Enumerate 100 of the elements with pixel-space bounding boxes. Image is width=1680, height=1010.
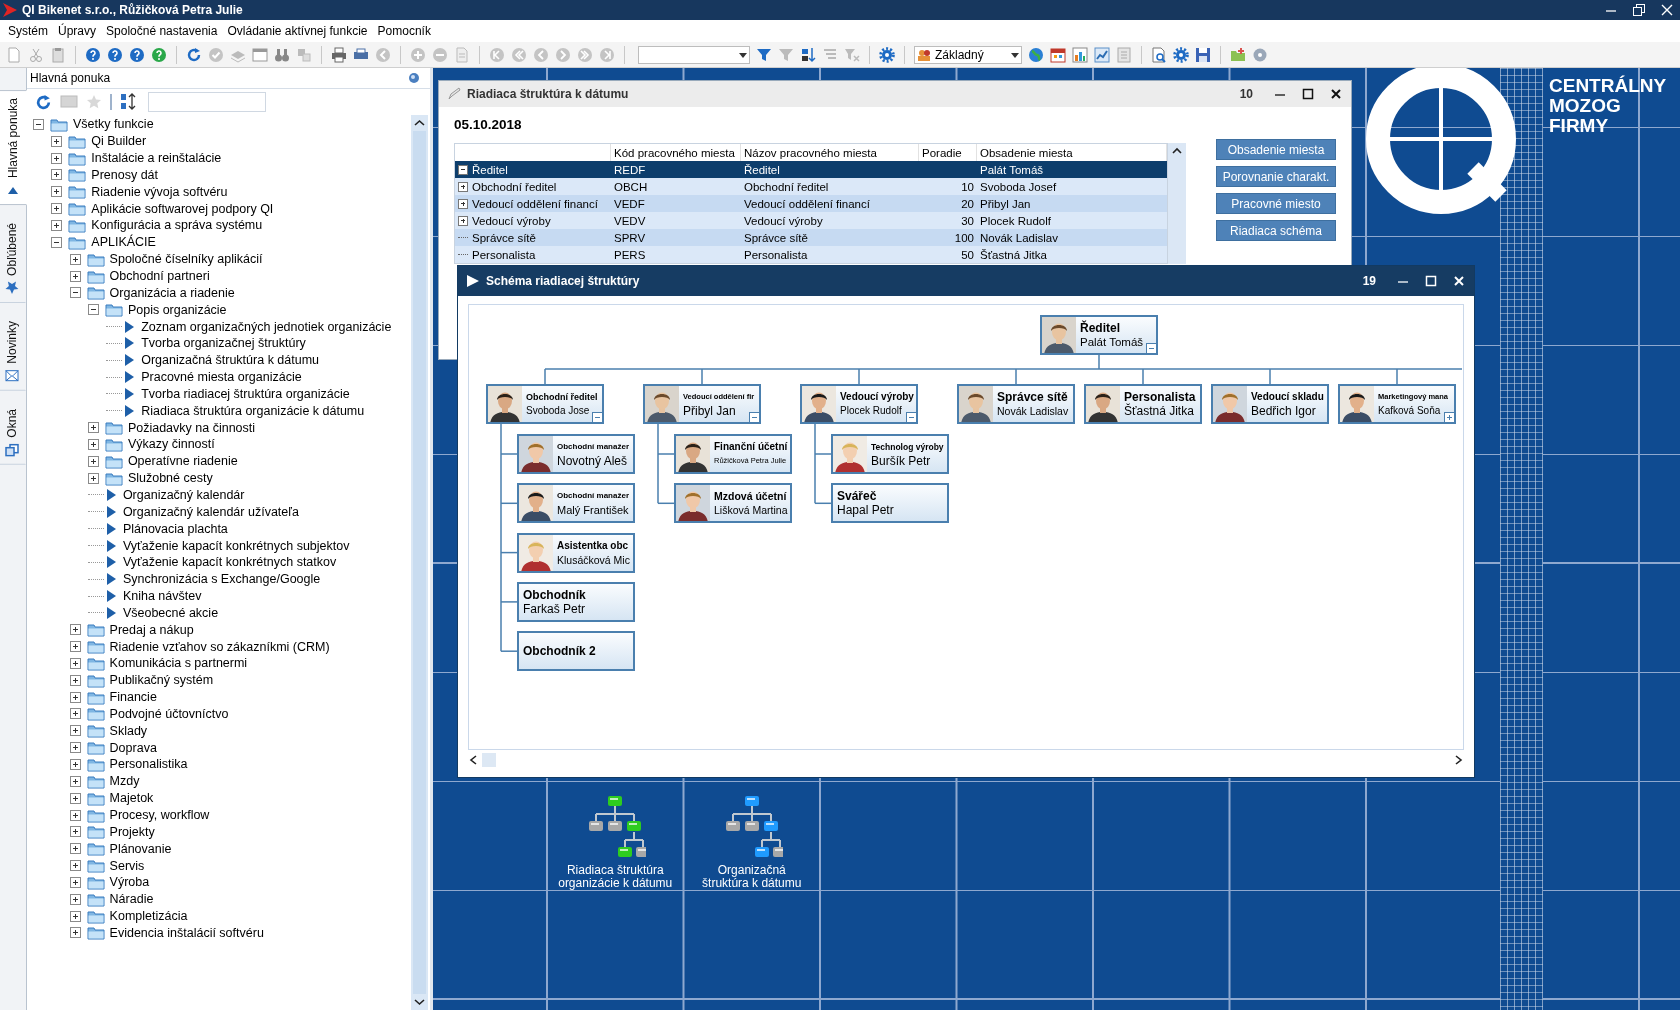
tree-item[interactable]: Obchodní partneri	[109, 269, 210, 283]
side-tab[interactable]: Obľúbené	[0, 215, 26, 303]
table-cell: Obchodní ředitel	[472, 180, 557, 193]
menu-item[interactable]: Spoločné nastavenia	[101, 24, 223, 38]
side-tab[interactable]: Novinky	[0, 312, 26, 391]
node-name: Farkaš Petr	[523, 601, 585, 616]
tree-item[interactable]: Kniha návštev	[122, 589, 202, 604]
tree-item[interactable]: Projekty	[109, 824, 155, 839]
node-name: Klusáčková Mic	[557, 552, 630, 567]
panel-title: Hlavná ponuka	[30, 71, 111, 85]
tree-item[interactable]: Plánovacia plachta	[122, 521, 228, 536]
node-name: Kafková Soňa	[1378, 404, 1441, 418]
tree-item[interactable]: Aplikácie softwarovej podpory QI	[91, 201, 274, 216]
tree-item[interactable]: Qi Builder	[91, 134, 147, 149]
table-cell: Svoboda Josef	[980, 180, 1057, 193]
tree-item[interactable]: Prenosy dát	[91, 167, 158, 182]
tree-item[interactable]: Pracovné miesta organizácie	[141, 370, 302, 385]
shortcut-label[interactable]: Riadiaca štruktúra organizácie k dátumu	[558, 864, 673, 890]
action-button[interactable]: Riadiaca schéma	[1216, 220, 1336, 241]
tree-item[interactable]: Konfigurácia a správa systému	[91, 218, 263, 233]
tree-item[interactable]: Služobné cesty	[127, 471, 213, 486]
menu-item[interactable]: Systém	[3, 24, 53, 38]
tree-item[interactable]: Podvojné účtovníctvo	[109, 706, 229, 721]
tree-item[interactable]: Inštalácie a reinštalácie	[91, 151, 222, 166]
node-title: Asistentka obc	[557, 538, 629, 553]
tree-item[interactable]: Operatívne riadenie	[127, 454, 238, 469]
node-title: Obchodník	[523, 587, 586, 602]
logo-text: CENTRÁLNY MOZOG FIRMY	[1549, 76, 1667, 136]
tree-item[interactable]: Mzdy	[109, 774, 140, 789]
node-title: Obchodní ředitel	[526, 391, 598, 404]
action-button[interactable]: Porovnanie charakt.	[1216, 166, 1336, 187]
node-title: Správce sítě	[997, 390, 1068, 404]
tree-item[interactable]: Publikačný systém	[109, 673, 214, 688]
window-count: 10	[1239, 87, 1253, 101]
tree-item[interactable]: Doprava	[109, 740, 157, 755]
table-row[interactable]: Obchodní ředitel OBCH Obchodní ředitel 10 Svoboda Josef	[455, 178, 1167, 195]
view-dropdown[interactable]: Základný	[914, 45, 1022, 64]
tree-item[interactable]: Všetky funkcie	[73, 117, 154, 132]
node-name: Lišková Martina	[714, 503, 788, 518]
table-row[interactable]: Vedoucí výroby VEDV Vedoucí výroby 30 Plocek Rudolf	[455, 212, 1167, 229]
tree-item[interactable]: Zoznam organizačných jednotiek organizácie	[141, 319, 392, 334]
tree-item[interactable]: Vyťaženie kapacít konkrétnych subjektov	[122, 538, 350, 553]
tree-item[interactable]: Náradie	[109, 892, 154, 907]
node-title: Finanční účetní	[714, 440, 788, 454]
menu-item[interactable]: Úpravy	[53, 24, 102, 38]
side-tab[interactable]: Hlavná ponuka	[0, 90, 27, 206]
table-cell: VEDF	[614, 197, 645, 210]
menu-item[interactable]: Pomocník	[372, 24, 436, 38]
table-cell: Šťastná Jitka	[980, 248, 1047, 261]
table-row[interactable]: Správce sítě SPRV Správce sítě 100 Novák Ladislav	[455, 229, 1167, 246]
tree-item[interactable]: Vyťaženie kapacít konkrétnych statkov	[122, 555, 337, 570]
tree-item[interactable]: Výroba	[109, 875, 150, 890]
node-name: Novotný Aleš	[557, 454, 628, 468]
node-name: Bedřich Igor	[1251, 404, 1316, 418]
tree-item[interactable]: Organizačný kalendár užívateľa	[122, 504, 299, 519]
tree-item[interactable]: Tvorba organizačnej štruktúry	[141, 336, 306, 351]
tree-item[interactable]: Riadiaca štruktúra organizácie k dátumu	[141, 403, 365, 418]
tree-item[interactable]: Organizačný kalendár	[122, 488, 245, 502]
table-row[interactable]: Ředitel REDF Ředitel Palát Tomáš	[455, 161, 1167, 178]
side-tab[interactable]: Okná	[0, 400, 26, 465]
tree-item[interactable]: Riadenie vývoja softvéru	[91, 184, 228, 199]
tree-item[interactable]: APLIKÁCIE	[91, 235, 156, 250]
tree-item[interactable]: Organizačná štruktúra k dátumu	[141, 353, 320, 368]
tree-item[interactable]: Kompletizácia	[109, 909, 188, 924]
tree-item[interactable]: Riadenie vzťahov so zákazníkmi (CRM)	[109, 639, 330, 654]
tree-item[interactable]: Personalistika	[109, 757, 188, 772]
tree-item[interactable]: Všeobecné akcie	[122, 605, 219, 620]
tree-item[interactable]: Výkazy činností	[127, 437, 215, 452]
tree-item[interactable]: Synchronizácia s Exchange/Google	[122, 572, 321, 587]
tree-item[interactable]: Spoločné číselníky aplikácií	[109, 252, 263, 267]
tree-item[interactable]: Procesy, workflow	[109, 808, 210, 822]
tree-item[interactable]: Financie	[109, 690, 157, 705]
tree-item[interactable]: Tvorba riadiacej štruktúra organizácie	[141, 386, 350, 401]
date-label: 05.10.2018	[454, 117, 523, 134]
tree-item[interactable]: Majetok	[109, 791, 154, 806]
tree-item[interactable]: Servis	[109, 858, 145, 873]
table-cell: Plocek Rudolf	[980, 214, 1051, 227]
tree-item[interactable]: Organizácia a riadenie	[109, 285, 235, 300]
tree-item[interactable]: Popis organizácie	[127, 302, 227, 317]
tree-item[interactable]: Predaj a nákup	[109, 622, 194, 637]
tree-item[interactable]: Požiadavky na činnosti	[127, 420, 256, 435]
tree-item[interactable]: Evidencia inštalácií softvéru	[109, 925, 264, 940]
menu-item[interactable]: Ovládanie aktívnej funkcie	[222, 24, 373, 38]
node-title: Vedoucí skladu	[1251, 390, 1324, 404]
node-name: Novák Ladislav	[997, 404, 1069, 418]
table-row[interactable]: Personalista PERS Personalista 50 Šťastná Jitka	[455, 246, 1167, 263]
table-cell: Personalista	[472, 248, 536, 261]
table-row[interactable]: Vedoucí oddělení financí VEDF Vedoucí oddělení financí 20 Přibyl Jan	[455, 195, 1167, 212]
shortcut-label[interactable]: Organizačná štruktúra k dátumu	[702, 864, 802, 890]
tree-item[interactable]: Plánovanie	[109, 841, 172, 856]
tree-item[interactable]: Sklady	[109, 723, 148, 738]
tree-item[interactable]: Komunikácia s partnermi	[109, 656, 248, 671]
table-cell: Ředitel	[744, 163, 780, 176]
action-button[interactable]: Pracovné miesto	[1216, 193, 1336, 214]
window-title: QI Bikenet s.r.o., Růžičková Petra Julie	[22, 3, 243, 17]
node-title: Technolog výroby	[871, 441, 944, 454]
table-cell: 30	[961, 214, 974, 227]
table-cell: Přibyl Jan	[980, 197, 1031, 210]
table-cell: Novák Ladislav	[980, 231, 1058, 244]
action-button[interactable]: Obsadenie miesta	[1216, 139, 1336, 160]
